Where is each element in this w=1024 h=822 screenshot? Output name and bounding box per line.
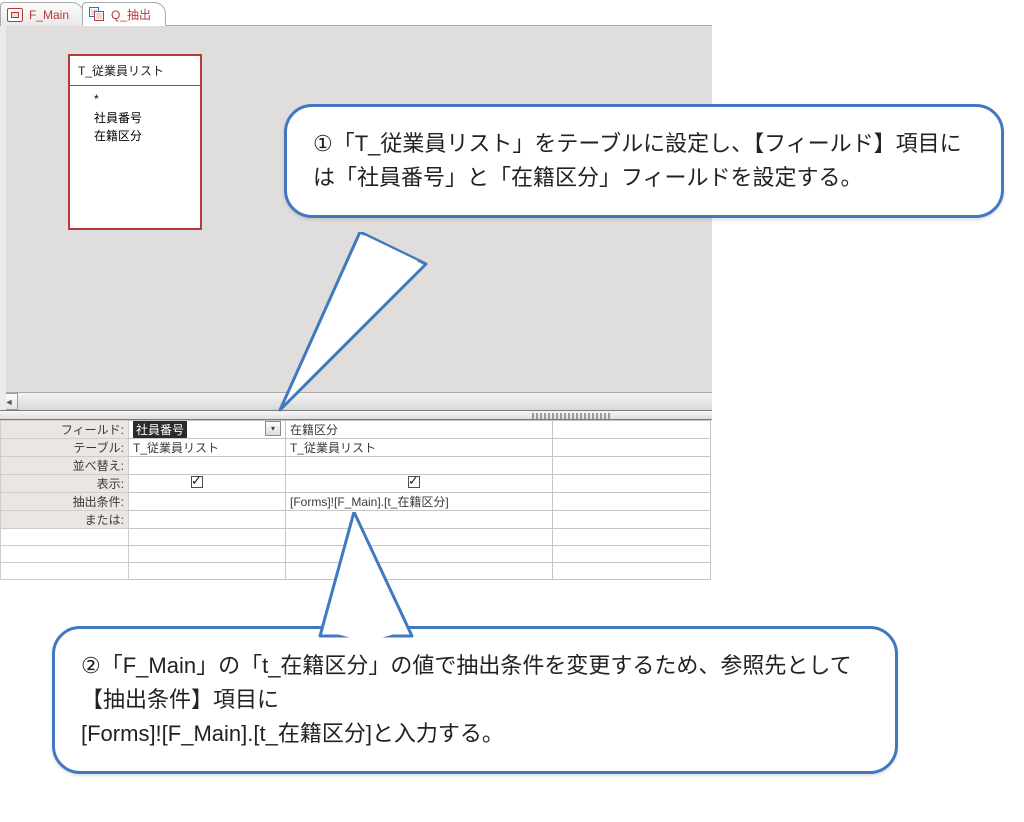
qbe-cell-empty[interactable]: [129, 529, 286, 546]
horizontal-scrollbar[interactable]: ◄: [0, 392, 712, 410]
row-label-table: テーブル:: [1, 439, 129, 457]
qbe-cell-show-c1[interactable]: [286, 475, 553, 493]
qbe-cell-empty[interactable]: [553, 475, 711, 493]
qbe-cell-empty[interactable]: [129, 546, 286, 563]
scroll-track[interactable]: [18, 393, 712, 410]
annotation-callout-1: ①「T_従業員リスト」をテーブルに設定し、【フィールド】項目には「社員番号」と「…: [284, 104, 1004, 218]
annotation-text: ①「T_従業員リスト」をテーブルに設定し、【フィールド】項目には「社員番号」と「…: [313, 131, 962, 190]
qbe-cell-empty[interactable]: [553, 546, 711, 563]
qbe-cell-criteria-c0[interactable]: [129, 493, 286, 511]
row-label-sort: 並べ替え:: [1, 457, 129, 475]
qbe-cell-empty[interactable]: [286, 563, 553, 580]
show-checkbox[interactable]: [191, 476, 203, 488]
row-label-show: 表示:: [1, 475, 129, 493]
qbe-cell-field-c1[interactable]: 在籍区分: [286, 421, 553, 439]
qbe-cell-empty[interactable]: [553, 421, 711, 439]
qbe-cell-empty[interactable]: [553, 457, 711, 475]
qbe-cell-sort-c1[interactable]: [286, 457, 553, 475]
splitter-grip-icon: [532, 413, 612, 419]
table-card-title: T_従業員リスト: [70, 56, 200, 86]
table-field[interactable]: 在籍区分: [94, 127, 200, 146]
tab-label: Q_抽出: [111, 6, 151, 23]
qbe-cell-empty[interactable]: [553, 511, 711, 529]
qbe-cell-empty[interactable]: [286, 546, 553, 563]
qbe-cell-criteria-c1[interactable]: [Forms]![F_Main].[t_在籍区分]: [286, 493, 553, 511]
annotation-text: ②「F_Main」の「t_在籍区分」の値で抽出条件を変更するため、参照先として …: [81, 653, 852, 746]
qbe-cell-empty[interactable]: [553, 439, 711, 457]
tab-label: F_Main: [29, 8, 69, 22]
qbe-cell-empty[interactable]: [553, 529, 711, 546]
tab-f-main[interactable]: F_Main: [0, 2, 84, 26]
qbe-cell-sort-c0[interactable]: [129, 457, 286, 475]
tab-q-extract[interactable]: Q_抽出: [82, 2, 166, 26]
qbe-cell-field-c0[interactable]: 社員番号 ▾: [129, 421, 286, 439]
qbe-cell-or-c0[interactable]: [129, 511, 286, 529]
qbe-cell-empty[interactable]: [553, 563, 711, 580]
query-icon: [89, 7, 105, 21]
annotation-callout-2: ②「F_Main」の「t_在籍区分」の値で抽出条件を変更するため、参照先として …: [52, 626, 898, 774]
qbe-cell-or-c1[interactable]: [286, 511, 553, 529]
table-field[interactable]: 社員番号: [94, 109, 200, 128]
tab-strip: F_Main Q_抽出: [0, 0, 712, 26]
row-label-field: フィールド:: [1, 421, 129, 439]
qbe-cell-empty[interactable]: [129, 563, 286, 580]
qbe-cell-table-c1[interactable]: T_従業員リスト: [286, 439, 553, 457]
qbe-grid: フィールド: 社員番号 ▾ 在籍区分 テーブル: T_従業員リスト T_従業員リ…: [0, 420, 712, 598]
row-label-or: または:: [1, 511, 129, 529]
show-checkbox[interactable]: [408, 476, 420, 488]
qbe-field-value: 社員番号: [133, 421, 187, 438]
table-card[interactable]: T_従業員リスト * 社員番号 在籍区分: [68, 54, 202, 230]
table-field[interactable]: *: [94, 90, 200, 109]
form-icon: [7, 8, 23, 22]
pane-left-margin: [0, 26, 6, 410]
row-label-criteria: 抽出条件:: [1, 493, 129, 511]
pane-splitter[interactable]: [0, 410, 712, 420]
qbe-cell-table-c0[interactable]: T_従業員リスト: [129, 439, 286, 457]
table-field-list: * 社員番号 在籍区分: [70, 86, 200, 146]
qbe-cell-empty[interactable]: [286, 529, 553, 546]
dropdown-icon[interactable]: ▾: [265, 421, 281, 436]
qbe-cell-show-c0[interactable]: [129, 475, 286, 493]
qbe-cell-empty[interactable]: [553, 493, 711, 511]
qbe-field-value: 在籍区分: [290, 423, 338, 437]
